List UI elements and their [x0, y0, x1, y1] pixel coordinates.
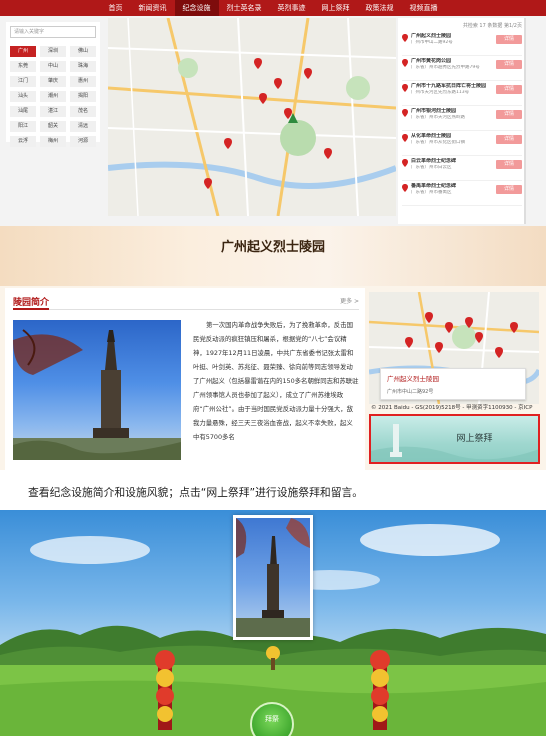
city-option[interactable]: 惠州 [70, 76, 96, 87]
facility-list: 共检索 17 条数据 第1/2页 广州起义烈士陵园 广州市中山二路92号 详情 … [398, 18, 526, 224]
city-option[interactable]: 中山 [40, 61, 66, 72]
nav-hero-stories[interactable]: 英烈事迹 [270, 0, 314, 16]
city-option[interactable]: 深圳 [40, 46, 66, 57]
result-count: 共检索 17 条数据 第1/2页 [462, 23, 522, 29]
map-info-popup: 广州起义烈士陵园 广州市中山二路92号 [380, 368, 526, 400]
city-option[interactable]: 佛山 [70, 46, 96, 57]
city-option[interactable]: 潮州 [40, 91, 66, 102]
location-pin-icon [402, 134, 408, 142]
detail-button[interactable]: 详情 [496, 185, 522, 194]
popup-address: 广州市中山二路92号 [387, 389, 434, 395]
map-roads [108, 18, 396, 216]
monument-illustration [236, 518, 310, 637]
title-banner [0, 226, 546, 286]
facility-address: 广东省广州市从化区街口镇 [411, 140, 465, 145]
facility-map[interactable] [108, 18, 396, 216]
intro-card: 陵园简介 更多 > 第一次国内革命战争失败后，为了挽救革命，反击国民党反动派的疯… [5, 288, 365, 470]
location-pin-icon [402, 159, 408, 167]
keyword-search-input[interactable]: 请输入关键字 [10, 26, 96, 38]
city-option[interactable]: 汕头 [10, 91, 36, 102]
city-option[interactable]: 揭阳 [70, 91, 96, 102]
monument-illustration [13, 329, 181, 460]
facility-row[interactable]: 广州市银河烈士陵园 广东省广州市天河区燕岭路 详情 [402, 108, 522, 131]
facility-name: 白云革命烈士纪念碑 [411, 158, 457, 164]
city-option[interactable]: 广州 [10, 46, 36, 57]
city-option[interactable]: 茂名 [70, 106, 96, 117]
map-copyright: © 2021 Baidu - GS(2019)5218号 - 甲测资字11009… [371, 405, 533, 411]
online-tribute-scene: 拜祭 [0, 510, 546, 736]
facility-row[interactable]: 广州市十九路军抗日阵亡将士陵园 广州市天河区先烈东路113号 详情 [402, 83, 522, 106]
detail-button[interactable]: 详情 [496, 160, 522, 169]
list-scrollbar[interactable] [524, 18, 526, 224]
facility-name: 从化革命烈士陵园 [411, 133, 452, 139]
popup-facility-name: 广州起义烈士陵园 [387, 375, 439, 383]
nav-live-video[interactable]: 视频直播 [402, 0, 446, 16]
intro-title: 陵园简介 [13, 298, 50, 308]
facility-address: 广东省广州市越秀区先烈中路79号 [411, 65, 480, 70]
location-pin-icon [402, 34, 408, 42]
facility-name: 广州市银河烈士陵园 [411, 108, 457, 114]
city-option[interactable]: 肇庆 [40, 76, 66, 87]
page-title: 广州起义烈士陵园 [220, 240, 325, 255]
city-option[interactable]: 清远 [70, 121, 96, 132]
facility-address: 广东省广州市天河区燕岭路 [411, 115, 465, 120]
nav-facilities[interactable]: 纪念设施 [174, 0, 219, 16]
instruction-caption: 查看纪念设施简介和设施风貌；点击“网上祭拜”进行设施祭拜和留言。 [28, 486, 364, 499]
top-nav: 首页 新闻资讯 纪念设施 烈士英名录 英烈事迹 网上祭拜 政策法规 视频直播 [0, 0, 546, 16]
flower-wreath-right [370, 650, 390, 730]
monument-photo [13, 320, 181, 460]
city-option[interactable]: 珠海 [70, 61, 96, 72]
facility-address: 广东省广州市白云区 [411, 165, 452, 170]
facility-address: 广州市中山二路92号 [411, 40, 453, 45]
city-grid: 广州 深圳 佛山 东莞 中山 珠海 江门 肇庆 惠州 汕头 潮州 揭阳 汕尾 湛… [6, 42, 100, 151]
city-option[interactable]: 云浮 [10, 136, 36, 147]
facility-row[interactable]: 番禺革命烈士纪念碑 广东省广州市番禺区 详情 [402, 183, 522, 206]
city-option[interactable]: 韶关 [40, 121, 66, 132]
facility-address: 广东省广州市番禺区 [411, 190, 452, 195]
facility-name: 广州市黄花岗公园 [411, 58, 452, 64]
title-underline [13, 308, 49, 310]
location-pin-icon [402, 184, 408, 192]
facility-row[interactable]: 白云革命烈士纪念碑 广东省广州市白云区 详情 [402, 158, 522, 181]
facility-row[interactable]: 广州起义烈士陵园 广州市中山二路92号 详情 [402, 33, 522, 56]
intro-header: 陵园简介 更多 > [13, 292, 359, 310]
detail-button[interactable]: 详情 [496, 60, 522, 69]
detail-button[interactable]: 详情 [496, 35, 522, 44]
nav-home[interactable]: 首页 [101, 0, 131, 16]
location-pin-icon [402, 109, 408, 117]
detail-button[interactable]: 详情 [496, 110, 522, 119]
facility-detail-panel: 广州起义烈士陵园 陵园简介 更多 > 第一次国内革命战争失败后，为了挽救革命，反… [0, 226, 546, 470]
detail-button[interactable]: 详情 [496, 85, 522, 94]
intro-text: 第一次国内革命战争失败后，为了挽救革命，反击国民党反动派的疯狂镇压和屠杀，根据党… [193, 321, 359, 441]
city-option[interactable]: 河源 [70, 136, 96, 147]
facility-address: 广州市天河区先烈东路113号 [411, 90, 470, 95]
city-option[interactable]: 梅州 [40, 136, 66, 147]
region-filter: 请输入关键字 广州 深圳 佛山 东莞 中山 珠海 江门 肇庆 惠州 汕头 潮州 … [6, 22, 100, 147]
facility-row[interactable]: 从化革命烈士陵园 广东省广州市从化区街口镇 详情 [402, 133, 522, 156]
nav-martyrs-list[interactable]: 烈士英名录 [219, 0, 270, 16]
city-option[interactable]: 江门 [10, 76, 36, 87]
facility-row[interactable]: 广州市黄花岗公园 广东省广州市越秀区先烈中路79号 详情 [402, 58, 522, 81]
location-pin-icon [402, 84, 408, 92]
online-tribute-button[interactable]: 网上祭拜 [369, 414, 540, 464]
city-option[interactable]: 汕尾 [10, 106, 36, 117]
facility-name: 广州起义烈士陵园 [411, 33, 452, 39]
nav-online-tribute[interactable]: 网上祭拜 [314, 0, 358, 16]
city-option[interactable]: 阳江 [10, 121, 36, 132]
city-option[interactable]: 湛江 [40, 106, 66, 117]
city-option[interactable]: 东莞 [10, 61, 36, 72]
memorial-portrait [233, 515, 313, 640]
facility-map-panel: 首页 新闻资讯 纪念设施 烈士英名录 英烈事迹 网上祭拜 政策法规 视频直播 请… [0, 0, 546, 226]
nav-news[interactable]: 新闻资讯 [131, 0, 175, 16]
facility-name: 广州市十九路军抗日阵亡将士陵园 [411, 83, 487, 89]
tribute-label: 网上祭拜 [456, 434, 493, 444]
more-link[interactable]: 更多 > [340, 296, 359, 305]
detail-button[interactable]: 详情 [496, 135, 522, 144]
facility-name: 番禺革命烈士纪念碑 [411, 183, 457, 189]
location-pin-icon [402, 59, 408, 67]
flower-wreath-left [155, 650, 175, 730]
nav-policies[interactable]: 政策法规 [358, 0, 402, 16]
